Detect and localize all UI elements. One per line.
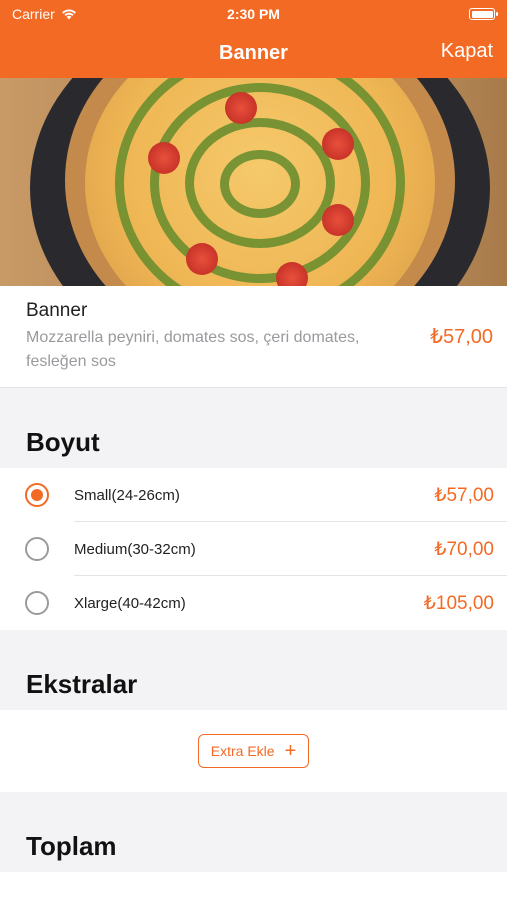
close-button[interactable]: Kapat	[441, 40, 493, 63]
product-price: ₺57,00	[430, 326, 493, 348]
page-title: Banner	[219, 41, 288, 64]
size-section-title: Boyut	[26, 427, 100, 457]
size-option-label: Small(24-26cm)	[74, 486, 180, 504]
size-option-price: ₺57,00	[434, 484, 494, 506]
radio-selected-icon[interactable]	[25, 483, 49, 507]
extras-section-header: Ekstralar	[0, 630, 507, 710]
size-option-medium[interactable]: Medium(30-32cm) ₺70,00	[0, 522, 507, 576]
size-option-xlarge[interactable]: Xlarge(40-42cm) ₺105,00	[0, 576, 507, 630]
battery-icon	[469, 8, 498, 20]
product-text: Banner Mozzarella peyniri, domates sos, …	[26, 300, 406, 374]
radio-unselected-icon[interactable]	[25, 537, 49, 561]
plus-icon: +	[284, 740, 297, 762]
radio-unselected-icon[interactable]	[25, 591, 49, 615]
header: Carrier 2:30 PM Banner Kapat	[0, 0, 507, 78]
wifi-icon	[61, 9, 76, 20]
extras-container: Extra Ekle +	[0, 710, 507, 792]
total-container	[0, 872, 507, 900]
product-image	[0, 78, 507, 286]
status-left: Carrier	[12, 6, 77, 22]
size-option-price: ₺70,00	[434, 538, 494, 560]
size-options: Small(24-26cm) ₺57,00 Medium(30-32cm) ₺7…	[0, 468, 507, 630]
carrier-label: Carrier	[12, 6, 55, 22]
product-description: Mozzarella peyniri, domates sos, çeri do…	[26, 328, 360, 370]
product-name: Banner	[26, 299, 88, 321]
size-option-price: ₺105,00	[423, 592, 494, 614]
size-section-header: Boyut	[0, 388, 507, 468]
product-info: Banner Mozzarella peyniri, domates sos, …	[0, 286, 507, 388]
total-section-header: Toplam	[0, 792, 507, 872]
add-extra-button[interactable]: Extra Ekle +	[197, 734, 310, 768]
size-option-label: Xlarge(40-42cm)	[74, 594, 186, 612]
status-bar: Carrier 2:30 PM	[0, 0, 507, 28]
total-section-title: Toplam	[26, 831, 117, 861]
add-extra-label: Extra Ekle	[210, 743, 275, 759]
navigation-bar: Banner Kapat	[0, 28, 507, 78]
size-option-label: Medium(30-32cm)	[74, 540, 196, 558]
size-option-small[interactable]: Small(24-26cm) ₺57,00	[0, 468, 507, 522]
extras-section-title: Ekstralar	[26, 669, 138, 699]
